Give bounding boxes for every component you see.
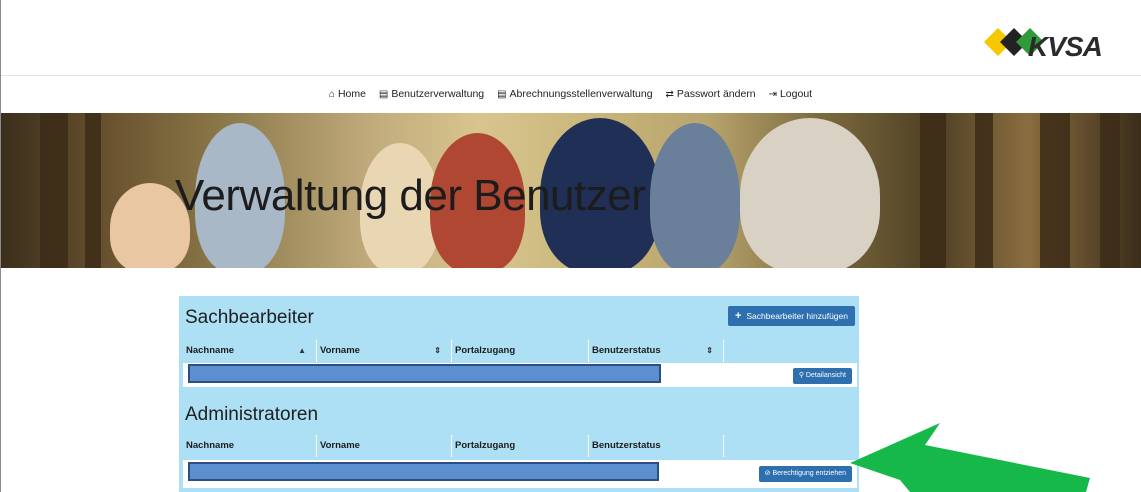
table-row[interactable]: ⚲ Detailansicht xyxy=(183,363,857,387)
frame-left xyxy=(0,0,1,492)
nav-label: Benutzerverwaltung xyxy=(391,88,485,100)
nav-label: Logout xyxy=(779,88,813,100)
column-label: Portalzugang xyxy=(455,345,516,356)
add-sachbearbeiter-button[interactable]: + Sachbearbeiter hinzufügen xyxy=(727,306,855,326)
logout-icon: ⇥ xyxy=(768,89,777,100)
home-icon: ⌂ xyxy=(328,89,335,100)
user-panel: Sachbearbeiter + Sachbearbeiter hinzufüge… xyxy=(179,296,859,492)
column-label: Benutzerstatus xyxy=(592,345,661,356)
green-arrow-annotation xyxy=(850,423,1090,492)
list-icon: ▤ xyxy=(378,89,389,100)
sort-asc-icon: ▲ xyxy=(298,346,306,355)
column-header-vorname[interactable]: Vorname ⇕ xyxy=(317,340,452,362)
nav-logout[interactable]: ⇥ Logout xyxy=(769,80,813,109)
table-row[interactable]: ⊘ Berechtigung entziehen xyxy=(183,460,857,488)
hero-banner: Verwaltung der Benutzer xyxy=(0,113,1141,268)
page-title: Verwaltung der Benutzer xyxy=(175,171,646,220)
hero-tree xyxy=(40,113,68,268)
hero-tree xyxy=(1040,113,1070,268)
nav-benutzerverwaltung[interactable]: ▤ Benutzerverwaltung xyxy=(379,80,484,109)
column-header-nachname[interactable]: Nachname ▲ xyxy=(183,340,317,362)
plus-icon: + xyxy=(734,310,742,322)
column-header-portalzugang[interactable]: Portalzugang xyxy=(452,340,589,362)
search-icon: ⚲ xyxy=(798,372,806,379)
sort-icon: ⇕ xyxy=(434,346,441,355)
column-label: Nachname xyxy=(186,345,235,356)
nav-label: Passwort ändern xyxy=(676,88,756,100)
hero-person xyxy=(650,123,740,268)
button-label: Detailansicht xyxy=(805,372,846,379)
redaction-box xyxy=(188,462,659,481)
header: KVSA xyxy=(0,0,1141,76)
section-header-administratoren: Administratoren xyxy=(179,393,859,433)
nav-abrechnungsstellenverwaltung[interactable]: ▤ Abrechnungsstellenverwaltung xyxy=(497,80,652,109)
button-label: Sachbearbeiter hinzufügen xyxy=(746,311,848,321)
berechtigung-entziehen-button[interactable]: ⊘ Berechtigung entziehen xyxy=(758,466,852,482)
logo-text: KVSA xyxy=(1028,31,1103,62)
column-header-actions xyxy=(724,435,857,457)
nav-home[interactable]: ⌂ Home xyxy=(329,80,366,109)
column-label: Nachname xyxy=(186,440,235,451)
column-header-nachname[interactable]: Nachname xyxy=(183,435,317,457)
column-header-actions xyxy=(724,340,857,362)
button-label: Berechtigung entziehen xyxy=(772,470,846,477)
list-icon: ▤ xyxy=(497,89,507,100)
column-label: Vorname xyxy=(320,345,360,356)
column-label: Vorname xyxy=(320,440,360,451)
nav-label: Abrechnungsstellenverwaltung xyxy=(509,88,653,100)
column-label: Benutzerstatus xyxy=(592,440,661,451)
kvsa-logo[interactable]: KVSA xyxy=(984,22,1103,72)
column-header-benutzerstatus[interactable]: Benutzerstatus ⇕ xyxy=(589,340,724,362)
hero-tree xyxy=(85,113,101,268)
redaction-box xyxy=(188,364,661,383)
table-header: Nachname Vorname Portalzugang Benutzerst… xyxy=(183,435,857,457)
section-title: Administratoren xyxy=(185,404,319,425)
sort-icon: ⇕ xyxy=(706,346,713,355)
main-nav: ⌂ Home ▤ Benutzerverwaltung ▤ Abrechnungsst… xyxy=(0,80,1141,108)
hero-person xyxy=(740,118,880,268)
column-header-portalzugang[interactable]: Portalzugang xyxy=(452,435,589,457)
column-header-vorname[interactable]: Vorname xyxy=(317,435,452,457)
detailansicht-button[interactable]: ⚲ Detailansicht xyxy=(792,368,852,384)
nav-passwort-aendern[interactable]: ⇄ Passwort ändern xyxy=(665,80,755,109)
hero-tree xyxy=(975,113,993,268)
table-header: Nachname ▲ Vorname ⇕ Portalzugang Benutzer… xyxy=(183,340,857,362)
nav-label: Home xyxy=(337,88,366,100)
hero-tree xyxy=(920,113,946,268)
section-title: Sachbearbeiter xyxy=(185,307,314,328)
hero-tree xyxy=(1100,113,1120,268)
column-label: Portalzugang xyxy=(455,440,516,451)
retweet-icon: ⇄ xyxy=(665,89,674,100)
column-header-benutzerstatus[interactable]: Benutzerstatus xyxy=(589,435,724,457)
section-header-sachbearbeiter: Sachbearbeiter + Sachbearbeiter hinzufüge… xyxy=(179,296,859,336)
